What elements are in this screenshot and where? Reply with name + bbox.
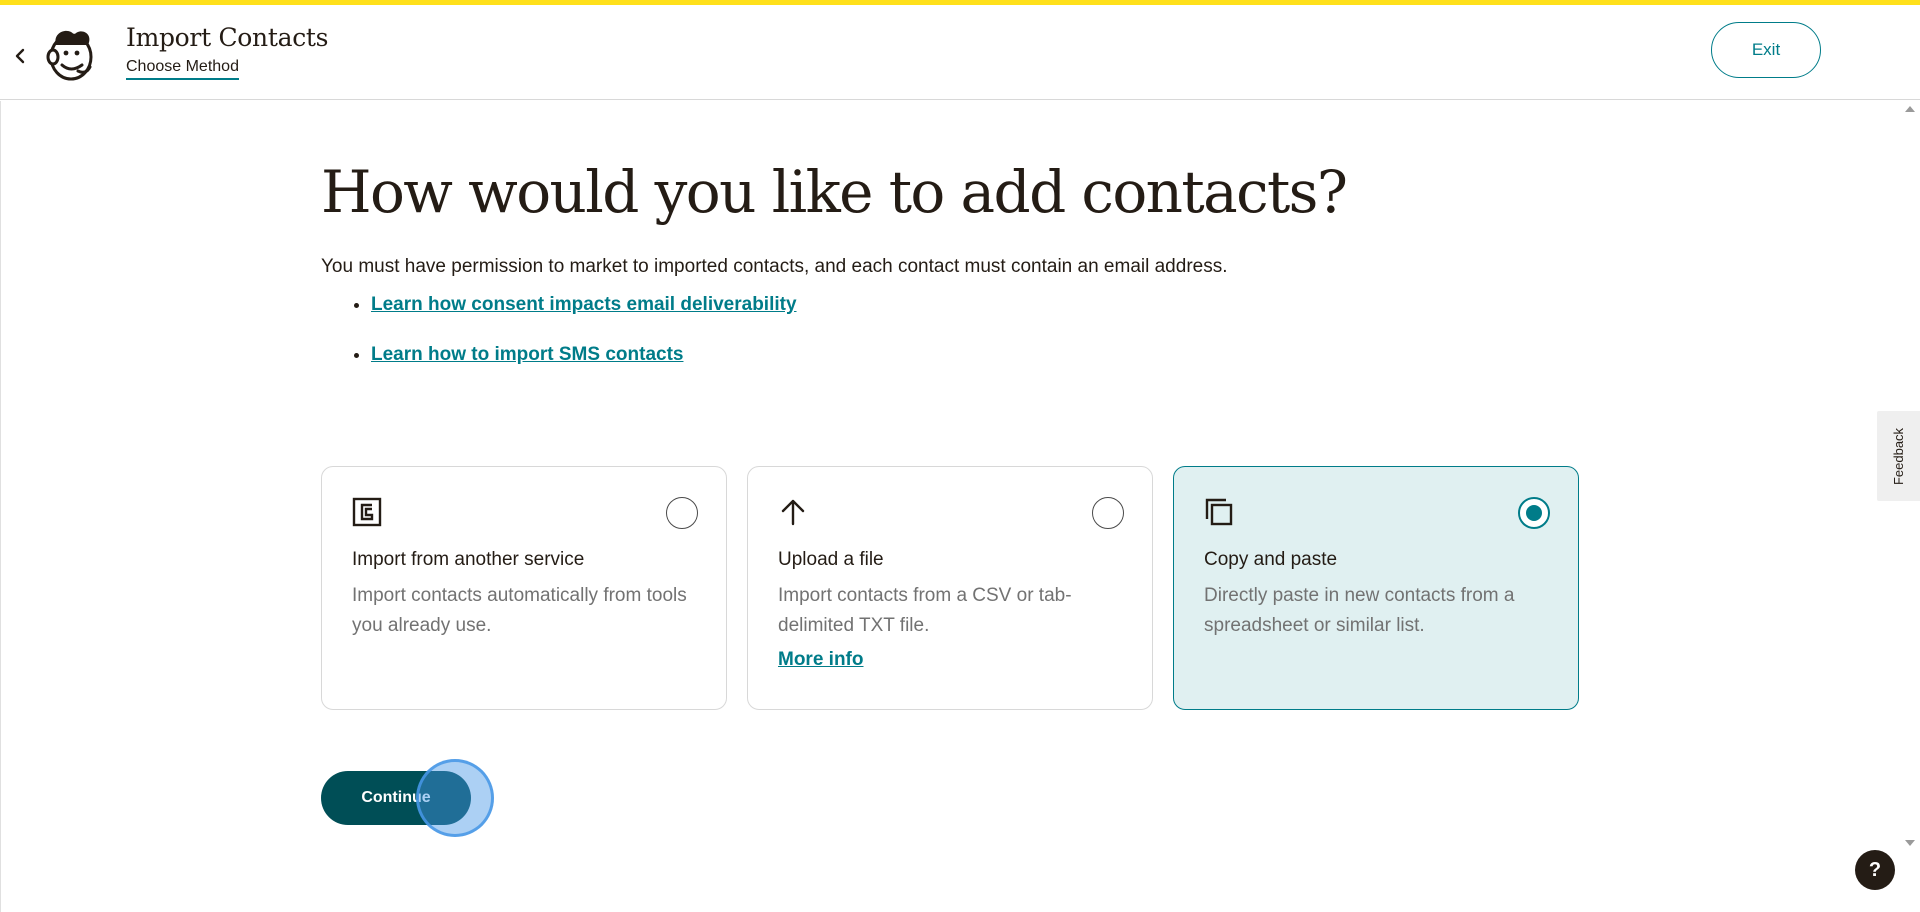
chevron-left-icon (15, 48, 25, 64)
list-item: Learn how to import SMS contacts (371, 340, 1621, 370)
back-button[interactable] (8, 39, 32, 73)
method-card-import-service[interactable]: Import from another service Import conta… (321, 466, 727, 710)
radio-import-service[interactable] (666, 497, 698, 529)
method-description: Import contacts from a CSV or tab-delimi… (778, 585, 1072, 636)
feedback-tab[interactable]: Feedback (1877, 411, 1920, 501)
continue-button[interactable]: Continue (321, 771, 471, 825)
method-title: Upload a file (778, 549, 884, 570)
consent-deliverability-link[interactable]: Learn how consent impacts email delivera… (371, 294, 797, 315)
feedback-label: Feedback (1891, 427, 1906, 485)
help-button[interactable]: ? (1855, 850, 1895, 890)
import-service-icon (352, 497, 382, 527)
import-method-options: Import from another service Import conta… (321, 466, 1579, 710)
radio-copy-paste[interactable] (1518, 497, 1550, 529)
method-description: Directly paste in new contacts from a sp… (1204, 585, 1515, 636)
sms-import-link[interactable]: Learn how to import SMS contacts (371, 344, 683, 365)
list-item: Learn how consent impacts email delivera… (371, 290, 1621, 320)
content-left-border (0, 101, 1, 912)
method-card-copy-paste[interactable]: Copy and paste Directly paste in new con… (1173, 466, 1579, 710)
upload-arrow-icon (778, 497, 808, 527)
method-title: Copy and paste (1204, 549, 1338, 570)
page-title: Import Contacts (126, 23, 329, 52)
copy-icon (1204, 497, 1234, 527)
header-title-group: Import Contacts Choose Method (126, 23, 329, 80)
page-header: Import Contacts Choose Method Exit (0, 5, 1920, 100)
method-title: Import from another service (352, 549, 585, 570)
step-breadcrumb[interactable]: Choose Method (126, 58, 239, 80)
permission-notice: You must have permission to market to im… (321, 256, 1228, 277)
mailchimp-logo (46, 30, 93, 81)
method-card-upload-file[interactable]: Upload a file Import contacts from a CSV… (747, 466, 1153, 710)
exit-button[interactable]: Exit (1711, 22, 1821, 78)
main-content: How would you like to add contacts? You … (321, 150, 1621, 390)
radio-upload-file[interactable] (1092, 497, 1124, 529)
scroll-down-arrow-icon[interactable] (1905, 840, 1915, 846)
method-description: Import contacts automatically from tools… (352, 585, 687, 636)
more-info-link[interactable]: More info (778, 649, 864, 671)
help-links: Learn how consent impacts email delivera… (321, 290, 1621, 370)
main-headline: How would you like to add contacts? (321, 158, 1348, 226)
scroll-up-arrow-icon[interactable] (1905, 106, 1915, 112)
